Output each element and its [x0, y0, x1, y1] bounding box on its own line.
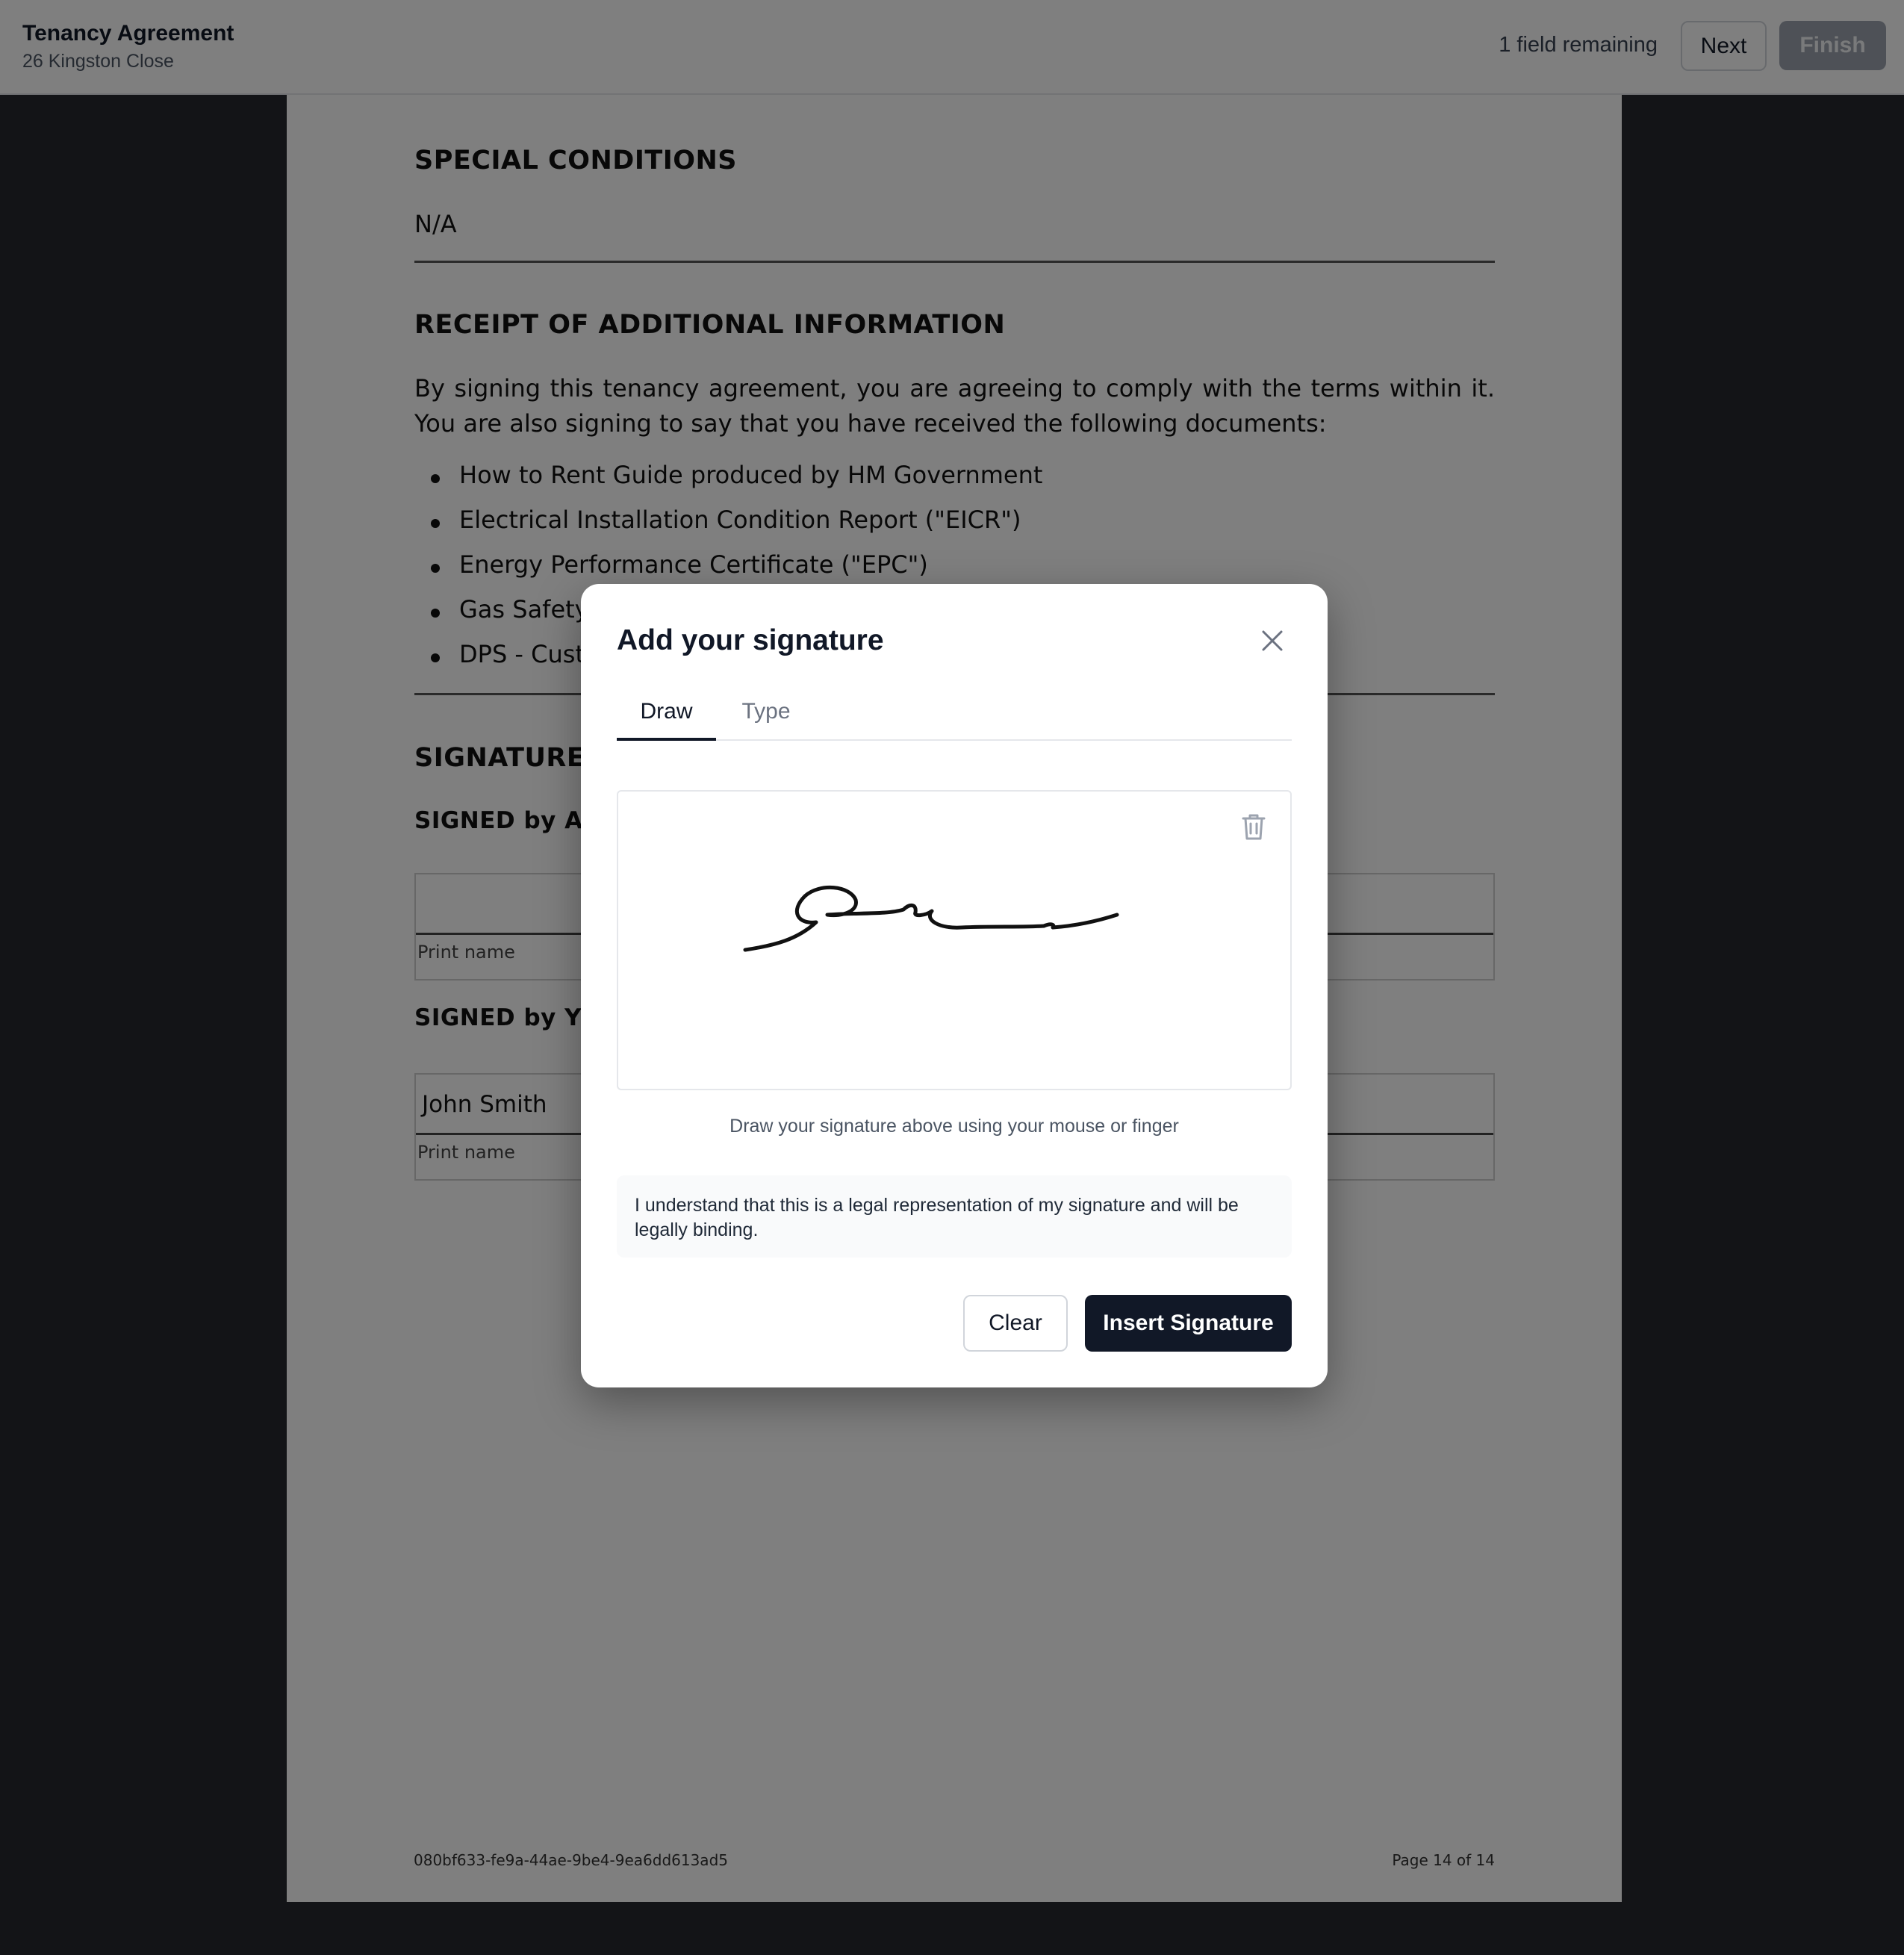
signature-tabs: Draw Type — [617, 696, 1292, 741]
trash-icon[interactable] — [1241, 812, 1266, 841]
close-icon[interactable] — [1260, 629, 1284, 653]
drawn-signature — [743, 886, 1119, 952]
legal-notice: I understand that this is a legal repres… — [617, 1175, 1292, 1258]
tab-draw[interactable]: Draw — [617, 696, 716, 741]
insert-signature-button[interactable]: Insert Signature — [1085, 1295, 1292, 1352]
signature-canvas[interactable] — [617, 790, 1292, 1090]
dialog-title: Add your signature — [617, 624, 884, 656]
signature-hint: Draw your signature above using your mou… — [729, 1116, 1179, 1137]
tab-type[interactable]: Type — [729, 696, 803, 741]
signature-dialog: Add your signature Draw Type Draw your s… — [581, 584, 1328, 1387]
clear-button[interactable]: Clear — [963, 1295, 1068, 1352]
